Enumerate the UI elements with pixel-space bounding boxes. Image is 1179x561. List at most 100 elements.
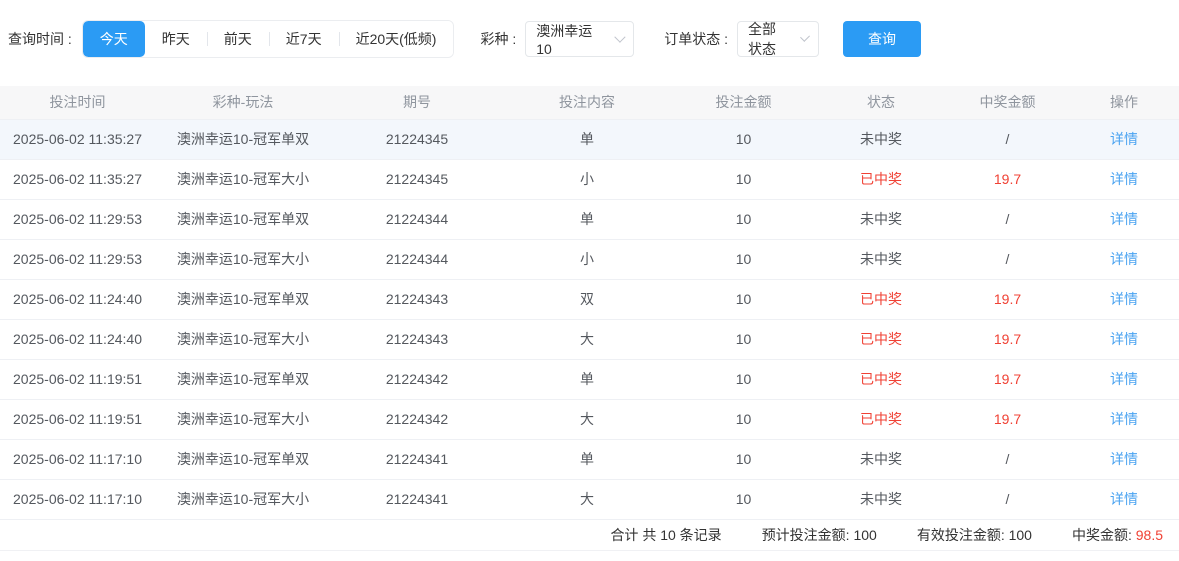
status-cell: 已中奖: [816, 159, 946, 199]
content-cell: 双: [503, 279, 671, 319]
order-status-select[interactable]: 全部状态: [737, 21, 819, 57]
time-cell: 2025-06-02 11:35:27: [0, 119, 155, 159]
status-cell: 已中奖: [816, 399, 946, 439]
amount-cell: 10: [671, 119, 816, 159]
table-row: 2025-06-02 11:19:51澳洲幸运10-冠军大小21224342大1…: [0, 399, 1179, 439]
game-cell: 澳洲幸运10-冠军单双: [155, 359, 331, 399]
content-cell: 单: [503, 359, 671, 399]
amount-cell: 10: [671, 319, 816, 359]
table-header-row: 投注时间彩种-玩法期号投注内容投注金额状态中奖金额操作: [0, 86, 1179, 119]
amount-cell: 10: [671, 359, 816, 399]
detail-link[interactable]: 详情: [1110, 331, 1138, 347]
detail-link[interactable]: 详情: [1110, 411, 1138, 427]
period-cell: 21224345: [331, 119, 503, 159]
time-cell: 2025-06-02 11:19:51: [0, 359, 155, 399]
action-cell: 详情: [1069, 479, 1179, 519]
win-cell: /: [946, 119, 1069, 159]
game-cell: 澳洲幸运10-冠军大小: [155, 479, 331, 519]
amount-cell: 10: [671, 439, 816, 479]
status-cell: 已中奖: [816, 319, 946, 359]
time-cell: 2025-06-02 11:17:10: [0, 439, 155, 479]
total-records: 合计 共 10 条记录: [610, 525, 721, 545]
status-cell: 未中奖: [816, 439, 946, 479]
game-cell: 澳洲幸运10-冠军单双: [155, 199, 331, 239]
time-cell: 2025-06-02 11:29:53: [0, 199, 155, 239]
game-cell: 澳洲幸运10-冠军大小: [155, 239, 331, 279]
amount-cell: 10: [671, 239, 816, 279]
game-cell: 澳洲幸运10-冠军单双: [155, 279, 331, 319]
valid-bet-amount: 有效投注金额: 100: [917, 525, 1032, 545]
time-cell: 2025-06-02 11:24:40: [0, 319, 155, 359]
amount-cell: 10: [671, 199, 816, 239]
status-cell: 未中奖: [816, 199, 946, 239]
period-cell: 21224344: [331, 239, 503, 279]
column-header: 状态: [816, 86, 946, 119]
detail-link[interactable]: 详情: [1110, 491, 1138, 507]
game-cell: 澳洲幸运10-冠军单双: [155, 439, 331, 479]
order-status-label: 订单状态 :: [664, 29, 728, 49]
chevron-down-icon: [800, 32, 810, 42]
column-header: 彩种-玩法: [155, 86, 331, 119]
time-cell: 2025-06-02 11:35:27: [0, 159, 155, 199]
win-cell: /: [946, 239, 1069, 279]
table-row: 2025-06-02 11:29:53澳洲幸运10-冠军单双21224344单1…: [0, 199, 1179, 239]
action-cell: 详情: [1069, 399, 1179, 439]
content-cell: 小: [503, 159, 671, 199]
win-cell: 19.7: [946, 399, 1069, 439]
win-cell: 19.7: [946, 359, 1069, 399]
table-row: 2025-06-02 11:17:10澳洲幸运10-冠军大小21224341大1…: [0, 479, 1179, 519]
action-cell: 详情: [1069, 159, 1179, 199]
status-cell: 已中奖: [816, 359, 946, 399]
content-cell: 小: [503, 239, 671, 279]
time-filter-option[interactable]: 前天: [207, 21, 269, 57]
content-cell: 大: [503, 319, 671, 359]
period-cell: 21224341: [331, 479, 503, 519]
detail-link[interactable]: 详情: [1110, 211, 1138, 227]
detail-link[interactable]: 详情: [1110, 251, 1138, 267]
content-cell: 大: [503, 399, 671, 439]
amount-cell: 10: [671, 159, 816, 199]
detail-link[interactable]: 详情: [1110, 291, 1138, 307]
win-cell: /: [946, 439, 1069, 479]
table-row: 2025-06-02 11:29:53澳洲幸运10-冠军大小21224344小1…: [0, 239, 1179, 279]
order-status-select-value: 全部状态: [748, 19, 790, 59]
time-filter-option[interactable]: 近20天(低频): [339, 21, 454, 57]
query-button[interactable]: 查询: [843, 21, 921, 57]
summary-footer: 合计 共 10 条记录 预计投注金额: 100 有效投注金额: 100 中奖金额…: [0, 520, 1179, 551]
lottery-select-value: 澳洲幸运10: [536, 21, 603, 57]
status-cell: 未中奖: [816, 119, 946, 159]
time-cell: 2025-06-02 11:17:10: [0, 479, 155, 519]
detail-link[interactable]: 详情: [1110, 371, 1138, 387]
detail-link[interactable]: 详情: [1110, 451, 1138, 467]
amount-cell: 10: [671, 279, 816, 319]
time-filter-group: 今天昨天前天近7天近20天(低频): [82, 20, 455, 58]
time-filter-option[interactable]: 今天: [83, 21, 145, 57]
expected-bet-amount: 预计投注金额: 100: [762, 525, 877, 545]
period-cell: 21224343: [331, 279, 503, 319]
period-cell: 21224342: [331, 399, 503, 439]
action-cell: 详情: [1069, 199, 1179, 239]
time-filter-option[interactable]: 昨天: [145, 21, 207, 57]
time-cell: 2025-06-02 11:19:51: [0, 399, 155, 439]
content-cell: 大: [503, 479, 671, 519]
detail-link[interactable]: 详情: [1110, 131, 1138, 147]
lottery-select[interactable]: 澳洲幸运10: [525, 21, 634, 57]
game-cell: 澳洲幸运10-冠军大小: [155, 319, 331, 359]
chevron-down-icon: [614, 31, 625, 42]
period-cell: 21224345: [331, 159, 503, 199]
filter-bar: 查询时间 : 今天昨天前天近7天近20天(低频) 彩种 : 澳洲幸运10 订单状…: [0, 0, 1179, 58]
win-cell: 19.7: [946, 159, 1069, 199]
game-cell: 澳洲幸运10-冠军大小: [155, 159, 331, 199]
table-row: 2025-06-02 11:35:27澳洲幸运10-冠军大小21224345小1…: [0, 159, 1179, 199]
game-cell: 澳洲幸运10-冠军单双: [155, 119, 331, 159]
total-win-amount: 中奖金额: 98.5: [1072, 525, 1163, 545]
orders-table: 投注时间彩种-玩法期号投注内容投注金额状态中奖金额操作 2025-06-02 1…: [0, 86, 1179, 520]
content-cell: 单: [503, 439, 671, 479]
amount-cell: 10: [671, 399, 816, 439]
table-row: 2025-06-02 11:24:40澳洲幸运10-冠军大小21224343大1…: [0, 319, 1179, 359]
time-cell: 2025-06-02 11:24:40: [0, 279, 155, 319]
column-header: 投注时间: [0, 86, 155, 119]
detail-link[interactable]: 详情: [1110, 171, 1138, 187]
period-cell: 21224341: [331, 439, 503, 479]
time-filter-option[interactable]: 近7天: [269, 21, 339, 57]
